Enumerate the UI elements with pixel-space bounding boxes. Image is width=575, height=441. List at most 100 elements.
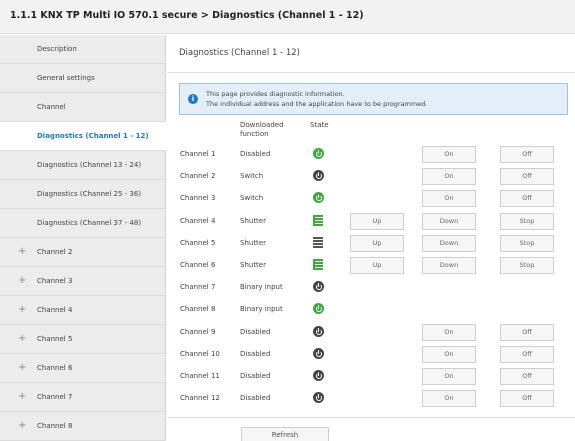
sidebar-item[interactable]: Diagnostics (Channel 1 - 12) bbox=[0, 122, 167, 151]
state-cell bbox=[313, 170, 325, 182]
stop-button[interactable]: Stop bbox=[500, 213, 554, 230]
on-button[interactable]: On bbox=[422, 368, 476, 385]
on-button[interactable]: On bbox=[422, 346, 476, 363]
down-button[interactable]: Down bbox=[422, 257, 476, 274]
power-icon bbox=[313, 192, 324, 203]
on-button[interactable]: On bbox=[422, 324, 476, 341]
channel-function: Switch bbox=[240, 172, 264, 180]
sidebar-item-label: Channel 4 bbox=[37, 306, 73, 314]
up-button[interactable]: Up bbox=[350, 235, 404, 252]
expand-icon[interactable]: + bbox=[18, 305, 26, 315]
page-title: Diagnostics (Channel 1 - 12) bbox=[179, 48, 300, 58]
channel-name: Channel 11 bbox=[180, 372, 220, 380]
channel-name: Channel 4 bbox=[180, 217, 216, 225]
up-button[interactable]: Up bbox=[350, 257, 404, 274]
sidebar-item[interactable]: Diagnostics (Channel 25 - 36) bbox=[0, 180, 166, 209]
sidebar-item[interactable]: Diagnostics (Channel 13 - 24) bbox=[0, 151, 166, 180]
channel-name: Channel 5 bbox=[180, 239, 216, 247]
expand-icon[interactable]: + bbox=[18, 363, 26, 373]
channel-name: Channel 3 bbox=[180, 194, 216, 202]
state-cell bbox=[313, 303, 325, 315]
channel-function: Disabled bbox=[240, 394, 271, 402]
expand-icon[interactable]: + bbox=[18, 421, 26, 431]
on-button[interactable]: On bbox=[422, 168, 476, 185]
up-button[interactable]: Up bbox=[350, 213, 404, 230]
sidebar-item[interactable]: Description bbox=[0, 35, 166, 64]
main-panel: Diagnostics (Channel 1 - 12) i This page… bbox=[167, 35, 575, 441]
power-icon bbox=[313, 348, 324, 359]
off-button[interactable]: Off bbox=[500, 390, 554, 407]
off-button[interactable]: Off bbox=[500, 146, 554, 163]
off-button[interactable]: Off bbox=[500, 368, 554, 385]
state-cell bbox=[313, 237, 325, 249]
sidebar-item[interactable]: Diagnostics (Channel 37 - 48) bbox=[0, 209, 166, 238]
state-cell bbox=[313, 281, 325, 293]
on-button[interactable]: On bbox=[422, 146, 476, 163]
info-text-line2: The individual address and the applicati… bbox=[206, 100, 428, 108]
channel-name: Channel 1 bbox=[180, 150, 216, 158]
expand-icon[interactable]: + bbox=[18, 334, 26, 344]
channel-name: Channel 12 bbox=[180, 394, 220, 402]
sidebar-item[interactable]: + Channel 3 bbox=[0, 267, 166, 296]
refresh-button[interactable]: Refresh bbox=[241, 427, 329, 441]
channel-name: Channel 9 bbox=[180, 328, 216, 336]
state-cell bbox=[313, 259, 325, 271]
table-row: Channel 11 Disabled On Off bbox=[167, 367, 575, 389]
blind-icon bbox=[313, 215, 323, 226]
power-icon bbox=[313, 370, 324, 381]
stop-button[interactable]: Stop bbox=[500, 235, 554, 252]
channel-function: Binary input bbox=[240, 283, 283, 291]
table-row: Channel 9 Disabled On Off bbox=[167, 323, 575, 345]
sidebar-item[interactable]: General settings bbox=[0, 64, 166, 93]
off-button[interactable]: Off bbox=[500, 168, 554, 185]
sidebar-item-label: Channel 3 bbox=[37, 277, 73, 285]
channel-function: Disabled bbox=[240, 372, 271, 380]
column-header-function-line1: Downloaded bbox=[240, 121, 284, 129]
expand-icon[interactable]: + bbox=[18, 247, 26, 257]
sidebar-item[interactable]: Channel bbox=[0, 93, 166, 122]
table-row: Channel 5 Shutter Up Down Stop bbox=[167, 234, 575, 256]
info-banner: i This page provides diagnostic informat… bbox=[179, 83, 568, 115]
down-button[interactable]: Down bbox=[422, 213, 476, 230]
channel-name: Channel 2 bbox=[180, 172, 216, 180]
sidebar-item-label: Description bbox=[37, 45, 77, 53]
state-cell bbox=[313, 326, 325, 338]
sidebar-item-label: Diagnostics (Channel 1 - 12) bbox=[37, 132, 149, 140]
sidebar-item-label: Channel 7 bbox=[37, 393, 73, 401]
on-button[interactable]: On bbox=[422, 390, 476, 407]
state-cell bbox=[313, 348, 325, 360]
stop-button[interactable]: Stop bbox=[500, 257, 554, 274]
table-row: Channel 12 Disabled On Off bbox=[167, 389, 575, 411]
off-button[interactable]: Off bbox=[500, 190, 554, 207]
expand-icon[interactable]: + bbox=[18, 276, 26, 286]
expand-icon[interactable]: + bbox=[18, 392, 26, 402]
blind-icon bbox=[313, 259, 323, 270]
channel-name: Channel 10 bbox=[180, 350, 220, 358]
channel-function: Binary input bbox=[240, 305, 283, 313]
info-text-line1: This page provides diagnostic informatio… bbox=[206, 90, 345, 98]
table-row: Channel 8 Binary input bbox=[167, 300, 575, 322]
off-button[interactable]: Off bbox=[500, 346, 554, 363]
sidebar-item[interactable]: + Channel 5 bbox=[0, 325, 166, 354]
off-button[interactable]: Off bbox=[500, 324, 554, 341]
sidebar-item[interactable]: + Channel 8 bbox=[0, 412, 166, 441]
channel-function: Shutter bbox=[240, 217, 266, 225]
sidebar-item-label: Channel 2 bbox=[37, 248, 73, 256]
sidebar-item-label: Diagnostics (Channel 25 - 36) bbox=[37, 190, 142, 198]
sidebar-item[interactable]: + Channel 7 bbox=[0, 383, 166, 412]
sidebar-item[interactable]: + Channel 4 bbox=[0, 296, 166, 325]
down-button[interactable]: Down bbox=[422, 235, 476, 252]
channel-function: Disabled bbox=[240, 328, 271, 336]
table-row: Channel 2 Switch On Off bbox=[167, 167, 575, 189]
sidebar-item[interactable]: + Channel 2 bbox=[0, 238, 166, 267]
sidebar-item-label: Diagnostics (Channel 13 - 24) bbox=[37, 161, 142, 169]
state-cell bbox=[313, 215, 325, 227]
divider bbox=[167, 72, 575, 73]
power-icon bbox=[313, 170, 324, 181]
state-cell bbox=[313, 370, 325, 382]
power-icon bbox=[313, 326, 324, 337]
info-icon: i bbox=[188, 94, 198, 104]
table-row: Channel 7 Binary input bbox=[167, 278, 575, 300]
on-button[interactable]: On bbox=[422, 190, 476, 207]
sidebar-item[interactable]: + Channel 6 bbox=[0, 354, 166, 383]
